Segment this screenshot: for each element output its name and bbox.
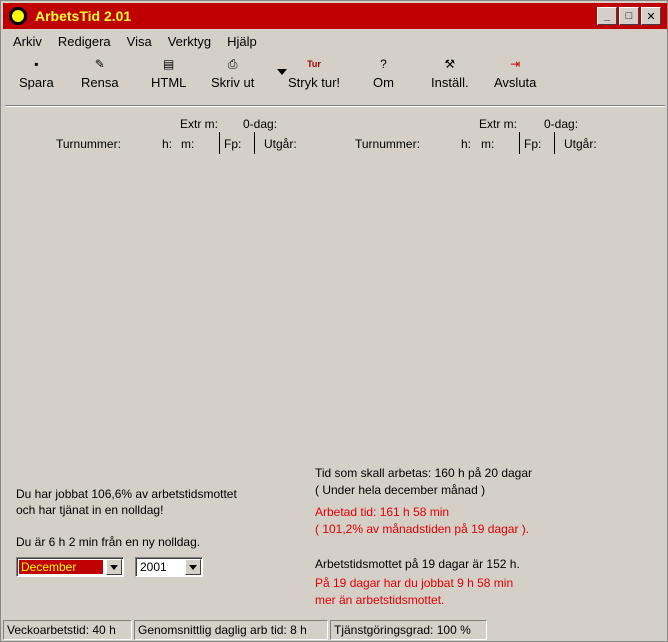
clear-button[interactable]: ✎ Rensa xyxy=(81,57,119,90)
target-time-text: Arbetstidsmottet på 19 dagar är 152 h. xyxy=(315,557,520,571)
printer-icon: ⎙ xyxy=(227,57,238,71)
about-button[interactable]: ? Om xyxy=(373,57,394,90)
close-button[interactable]: ✕ xyxy=(641,7,661,25)
hours-header-right: h: xyxy=(461,137,472,151)
chevron-down-icon[interactable] xyxy=(106,559,122,575)
menu-bar: Arkiv Redigera Visa Verktyg Hjälp xyxy=(13,34,257,49)
chevron-down-icon[interactable] xyxy=(185,559,201,575)
utgar-header-left: Utgår: xyxy=(264,137,297,151)
minutes-header-left: m: xyxy=(181,137,195,151)
extr-header-right: Extr m: xyxy=(479,117,517,131)
floppy-disk-icon: ▪ xyxy=(34,57,39,71)
tools-icon: ⚒ xyxy=(444,57,456,71)
month-scope-text: ( Under hela december månad ) xyxy=(315,483,486,497)
minimize-button[interactable]: _ xyxy=(597,7,617,25)
stryk-tur-button[interactable]: Tur Stryk tur! xyxy=(288,57,340,90)
turnummer-header-left: Turnummer: xyxy=(56,137,121,151)
nolldag-header-left: 0-dag: xyxy=(243,117,278,131)
print-button[interactable]: ⎙ Skriv ut xyxy=(211,57,254,90)
settings-button[interactable]: ⚒ Inställ. xyxy=(431,57,469,90)
worked-percent-text: ( 101,2% av månadstiden på 19 dagar ). xyxy=(315,522,530,536)
time-to-work-text: Tid som skall arbetas: 160 h på 20 dagar xyxy=(315,466,533,480)
overtime-text-cont: mer än arbetstidsmottet. xyxy=(315,593,445,607)
window-title: ArbetsTid 2.01 xyxy=(35,8,132,24)
maximize-button[interactable]: □ xyxy=(619,7,639,25)
utgar-header-right: Utgår: xyxy=(564,137,597,151)
month-select-value: December xyxy=(19,560,103,574)
fp-header-right: Fp: xyxy=(524,137,542,151)
menu-visa[interactable]: Visa xyxy=(127,34,152,49)
year-select-value: 2001 xyxy=(140,560,167,574)
exit-button[interactable]: ⇥ Avsluta xyxy=(494,57,536,90)
status-weekly-hours: Veckoarbetstid: 40 h xyxy=(3,620,132,640)
year-select[interactable]: 2001 xyxy=(135,557,203,577)
toolbar: ▪ Spara ✎ Rensa ▤ HTML ⎙ Skriv ut Tur Stryk t… xyxy=(7,53,667,99)
percent-worked-text: Du har jobbat 106,6% av arbetstidsmottet xyxy=(16,487,237,501)
month-select[interactable]: December xyxy=(16,557,124,577)
next-nolldag-text: Du är 6 h 2 min från en ny nolldag. xyxy=(16,535,201,549)
minutes-header-right: m: xyxy=(481,137,495,151)
overtime-text: På 19 dagar har du jobbat 9 h 58 min xyxy=(315,576,514,590)
nolldag-header-right: 0-dag: xyxy=(544,117,579,131)
nolldag-earned-text: och har tjänat in en nolldag! xyxy=(16,503,164,517)
tur-stamp-icon: Tur xyxy=(307,59,321,69)
header-divider xyxy=(219,132,220,154)
hours-header-left: h: xyxy=(162,137,173,151)
fp-header-left: Fp: xyxy=(224,137,242,151)
menu-redigera[interactable]: Redigera xyxy=(58,34,111,49)
toolbar-separator xyxy=(5,105,665,107)
menu-arkiv[interactable]: Arkiv xyxy=(13,34,42,49)
print-dropdown-arrow[interactable] xyxy=(277,69,287,75)
status-service-grade: Tjänstgöringsgrad: 100 % xyxy=(330,620,487,640)
app-window: ArbetsTid 2.01 _ □ ✕ Arkiv Redigera Visa… xyxy=(0,0,668,642)
title-bar[interactable]: ArbetsTid 2.01 _ □ ✕ xyxy=(3,3,667,29)
turnummer-header-right: Turnummer: xyxy=(355,137,420,151)
eraser-icon: ✎ xyxy=(94,57,105,71)
html-button[interactable]: ▤ HTML xyxy=(151,57,186,90)
extr-header-left: Extr m: xyxy=(180,117,218,131)
question-bulb-icon: ? xyxy=(380,57,387,71)
header-divider xyxy=(554,132,555,154)
document-icon: ▤ xyxy=(163,57,175,71)
header-divider xyxy=(254,132,255,154)
save-button[interactable]: ▪ Spara xyxy=(19,57,54,90)
header-divider xyxy=(519,132,520,154)
app-logo-icon xyxy=(9,7,27,25)
menu-hjalp[interactable]: Hjälp xyxy=(227,34,257,49)
status-daily-average: Genomsnittlig daglig arb tid: 8 h xyxy=(134,620,328,640)
menu-verktyg[interactable]: Verktyg xyxy=(168,34,211,49)
exit-door-icon: ⇥ xyxy=(510,57,521,71)
worked-time-text: Arbetad tid: 161 h 58 min xyxy=(315,505,450,519)
